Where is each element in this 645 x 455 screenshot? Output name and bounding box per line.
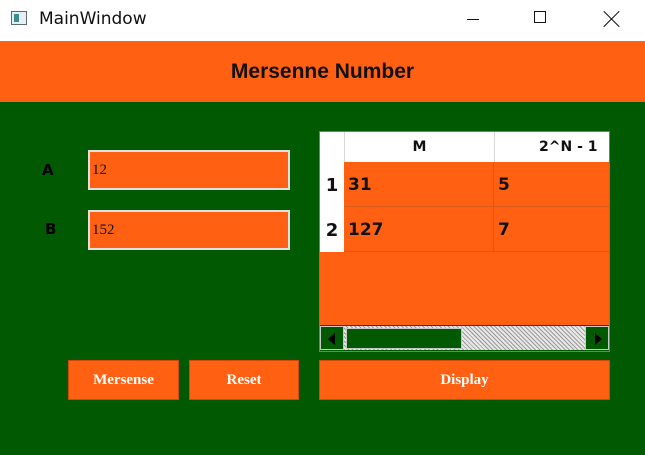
column-header-m[interactable]: M xyxy=(344,132,494,162)
display-button[interactable]: Display xyxy=(319,360,610,400)
column-header-2n-1[interactable]: 2^N - 1 xyxy=(494,132,609,162)
maximize-icon xyxy=(534,11,546,23)
close-button[interactable] xyxy=(588,0,634,40)
page-title: Mersenne Number xyxy=(230,60,415,83)
window-title: MainWindow xyxy=(39,9,147,29)
table-cell[interactable]: 7 xyxy=(494,207,609,252)
table-corner xyxy=(320,132,344,162)
arrow-left-icon xyxy=(328,333,335,345)
app-window-icon xyxy=(11,11,27,25)
input-a[interactable] xyxy=(88,150,290,190)
label-b: B xyxy=(45,220,57,238)
table-cell[interactable]: 5 xyxy=(494,162,609,207)
input-b[interactable] xyxy=(88,210,290,250)
row-header-1[interactable]: 1 xyxy=(320,162,344,207)
header-banner: Mersenne Number xyxy=(0,41,645,102)
arrow-right-icon xyxy=(595,333,602,345)
label-a: A xyxy=(42,161,54,179)
table-cell[interactable]: 31 xyxy=(344,162,494,207)
scroll-left-button[interactable] xyxy=(320,326,344,350)
reset-button[interactable]: Reset xyxy=(189,360,299,400)
minimize-icon xyxy=(467,19,479,20)
maximize-button[interactable] xyxy=(518,0,564,40)
scroll-right-button[interactable] xyxy=(585,326,609,350)
mersense-button[interactable]: Mersense xyxy=(68,360,179,400)
scroll-thumb[interactable] xyxy=(346,328,462,349)
title-bar: MainWindow xyxy=(0,0,645,40)
results-table[interactable]: M 2^N - 1 1 31 5 2 127 7 xyxy=(319,131,610,352)
table-cell[interactable]: 127 xyxy=(344,207,494,252)
minimize-button[interactable] xyxy=(450,0,496,40)
row-header-2[interactable]: 2 xyxy=(320,207,344,252)
horizontal-scrollbar[interactable] xyxy=(320,325,609,351)
